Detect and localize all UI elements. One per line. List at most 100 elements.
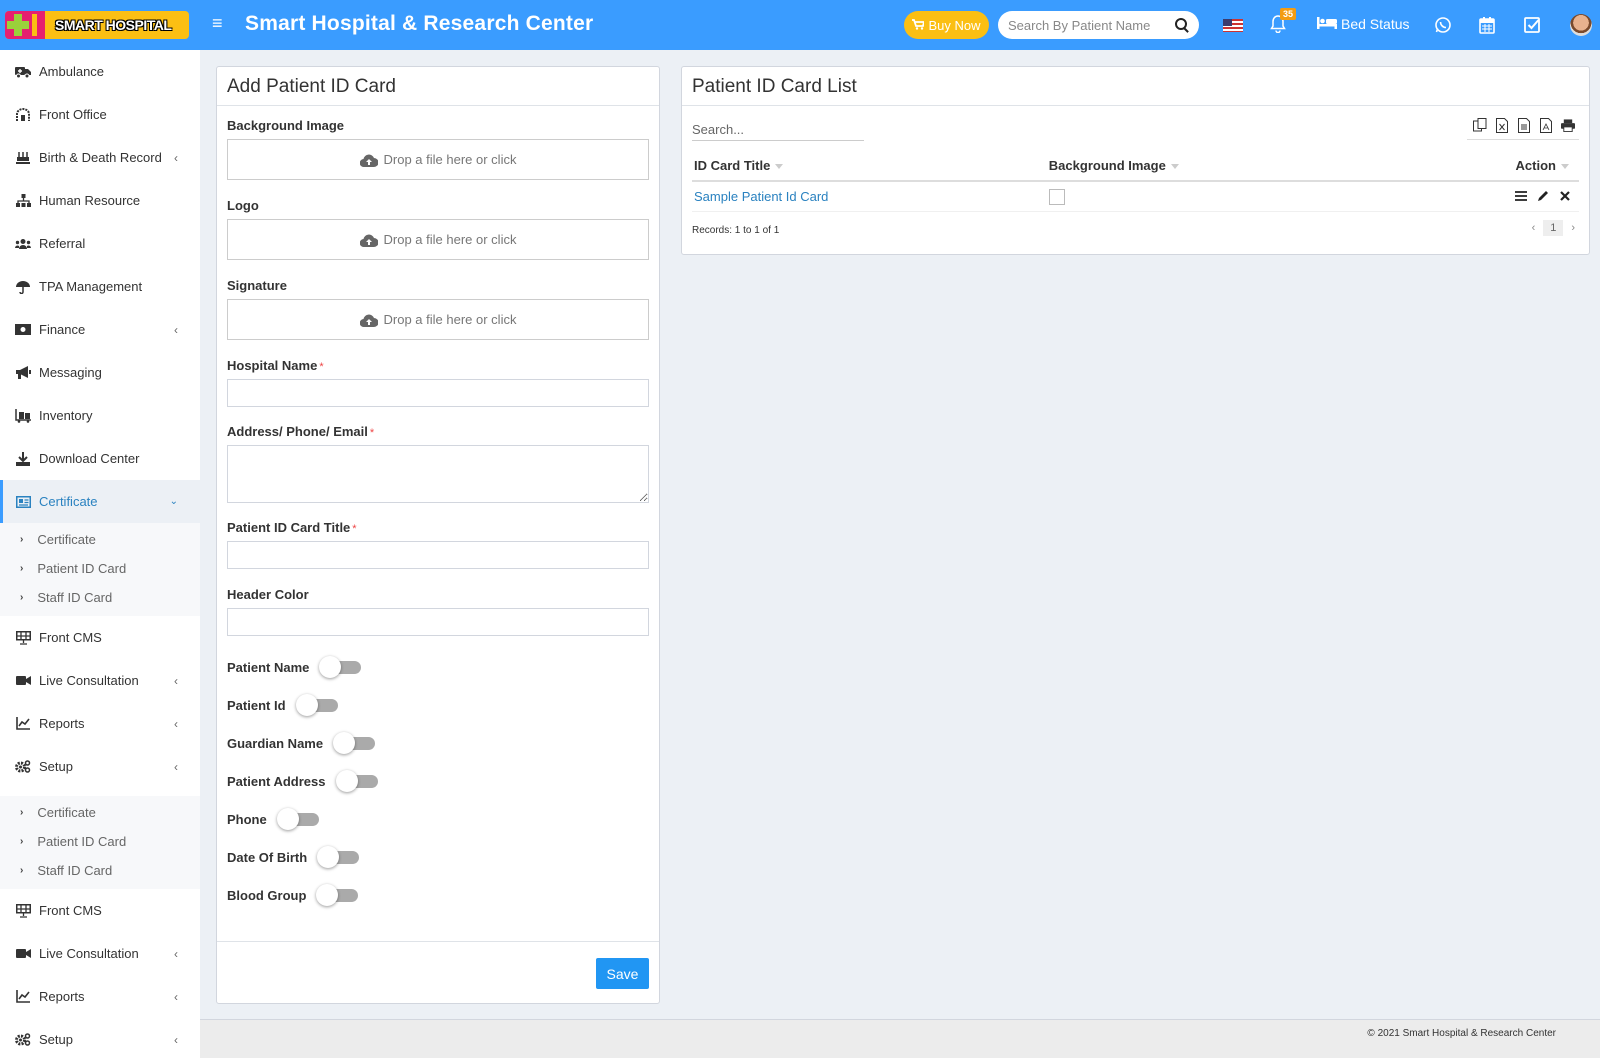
bed-status-label: Bed Status — [1341, 16, 1410, 32]
card-title-group: Patient ID Card Title * — [227, 520, 649, 569]
sidebar-item-messaging[interactable]: Messaging — [0, 351, 200, 394]
header-color-input[interactable] — [227, 608, 649, 636]
sidebar-item-live-consultation[interactable]: Live Consultation ‹ — [0, 932, 200, 975]
logo-dropzone[interactable]: Drop a file here or click — [227, 219, 649, 260]
sidebar-item-birth-death-record[interactable]: Birth & Death Record ‹ — [0, 136, 200, 179]
chevron-left-icon: ‹ — [174, 673, 178, 688]
phone-toggle[interactable] — [276, 808, 321, 830]
sidebar-item-label: Download Center — [39, 451, 140, 466]
chevron-right-icon: › — [20, 836, 24, 847]
next-page-icon[interactable]: › — [1571, 222, 1575, 234]
chart-line-icon — [15, 990, 31, 1004]
task-check-icon[interactable] — [1524, 16, 1542, 34]
sidebar-item-label: Reports — [39, 989, 85, 1004]
patient-name-toggle[interactable] — [319, 656, 363, 678]
copy-icon[interactable] — [1473, 117, 1487, 133]
sidebar-item-front-cms[interactable]: Front CMS — [0, 616, 200, 659]
sidebar-item-live-consultation[interactable]: Live Consultation ‹ — [0, 659, 200, 702]
excel-icon[interactable] — [1495, 117, 1509, 133]
view-list-icon[interactable] — [1515, 190, 1527, 202]
sidebar-toggle-icon[interactable]: ≡ — [212, 13, 223, 34]
submenu-item-patient-id-card[interactable]: › Patient ID Card — [0, 554, 200, 583]
page-footer: © 2021 Smart Hospital & Research Center — [200, 1019, 1600, 1058]
logo[interactable]: SMART HOSPITAL — [5, 11, 189, 39]
column-header-action[interactable]: Action — [1403, 151, 1579, 182]
submenu-item-patient-id-card[interactable]: › Patient ID Card — [0, 827, 200, 856]
sidebar-item-setup[interactable]: Setup ‹ — [0, 745, 200, 788]
sidebar-item-download-center[interactable]: Download Center — [0, 437, 200, 480]
hospital-name-input[interactable] — [227, 379, 649, 407]
background-image-checkbox[interactable] — [1048, 188, 1065, 205]
dropzone-text: Drop a file here or click — [383, 232, 517, 247]
buy-now-label: Buy Now — [928, 17, 981, 33]
calendar-icon[interactable] — [1479, 16, 1497, 34]
sidebar-item-label: Birth & Death Record — [39, 150, 162, 165]
sidebar-item-label: Setup — [39, 1032, 73, 1047]
sidebar-item-certificate[interactable]: Certificate ⌄ — [0, 480, 200, 523]
column-header-background-image[interactable]: Background Image — [1046, 151, 1404, 182]
dropzone-text: Drop a file here or click — [383, 312, 517, 327]
patient-address-toggle[interactable] — [335, 770, 380, 792]
solar-panel-icon — [15, 903, 31, 918]
sidebar-item-reports[interactable]: Reports ‹ — [0, 975, 200, 1018]
patient-id-card-list-panel: Patient ID Card List ID Card Title Backg… — [681, 66, 1590, 255]
buy-now-button[interactable]: Buy Now — [904, 11, 989, 39]
csv-icon[interactable] — [1517, 117, 1531, 133]
cogs-icon — [15, 760, 31, 774]
sidebar-item-reports[interactable]: Reports ‹ — [0, 702, 200, 745]
birth-death-icon — [15, 151, 31, 165]
sidebar-item-inventory[interactable]: Inventory — [0, 394, 200, 437]
signature-dropzone[interactable]: Drop a file here or click — [227, 299, 649, 340]
table-row: Sample Patient Id Card — [692, 181, 1579, 212]
top-navbar: SMART HOSPITAL ≡ Smart Hospital & Resear… — [0, 0, 1600, 50]
sidebar-item-front-cms[interactable]: Front CMS — [0, 889, 200, 932]
user-avatar[interactable] — [1570, 14, 1592, 36]
previous-page-icon[interactable]: ‹ — [1532, 222, 1536, 234]
sidebar-item-referral[interactable]: Referral — [0, 222, 200, 265]
submenu-item-staff-id-card[interactable]: › Staff ID Card — [0, 583, 200, 612]
toggle-row-patient-name: Patient Name — [227, 648, 649, 686]
delete-close-icon[interactable] — [1559, 190, 1571, 202]
search-icon[interactable] — [1175, 18, 1189, 32]
column-header-title[interactable]: ID Card Title — [692, 151, 1047, 182]
blood-group-toggle[interactable] — [316, 884, 360, 906]
sidebar-item-front-office[interactable]: Front Office — [0, 93, 200, 136]
signature-label: Signature — [227, 278, 287, 293]
sidebar-item-label: Ambulance — [39, 64, 105, 79]
submenu-item-staff-id-card[interactable]: › Staff ID Card — [0, 856, 200, 885]
logo-mark-icon — [5, 11, 45, 39]
address-textarea[interactable] — [227, 445, 649, 503]
date-of-birth-toggle[interactable] — [317, 846, 361, 868]
page-number[interactable]: 1 — [1543, 220, 1564, 236]
sidebar-item-finance[interactable]: Finance ‹ — [0, 308, 200, 351]
sidebar-item-tpa-management[interactable]: TPA Management — [0, 265, 200, 308]
bed-status-link[interactable]: Bed Status — [1317, 16, 1410, 32]
guardian-name-toggle[interactable] — [333, 732, 377, 754]
patient-search-input[interactable] — [1008, 17, 1168, 33]
ambulance-icon — [15, 65, 31, 79]
sidebar-item-human-resource[interactable]: Human Resource — [0, 179, 200, 222]
background-image-dropzone[interactable]: Drop a file here or click — [227, 139, 649, 180]
list-search-input[interactable] — [692, 119, 864, 141]
hospital-name-group: Hospital Name * — [227, 358, 649, 407]
pdf-icon[interactable] — [1539, 117, 1553, 133]
save-button[interactable]: Save — [596, 958, 649, 989]
toggle-row-patient-address: Patient Address — [227, 762, 649, 800]
sidebar-item-setup[interactable]: Setup ‹ — [0, 1018, 200, 1058]
submenu-item-certificate[interactable]: › Certificate — [0, 525, 200, 554]
card-title-input[interactable] — [227, 541, 649, 569]
chart-line-icon — [15, 717, 31, 731]
patient-id-toggle[interactable] — [295, 694, 340, 716]
whatsapp-icon[interactable] — [1434, 16, 1452, 34]
chevron-right-icon: › — [20, 865, 24, 876]
us-flag-icon[interactable] — [1223, 19, 1243, 32]
edit-pencil-icon[interactable] — [1537, 190, 1549, 202]
chevron-left-icon: ‹ — [174, 946, 178, 961]
sidebar-item-ambulance[interactable]: Ambulance — [0, 50, 200, 93]
card-title-label: Patient ID Card Title * — [227, 520, 357, 535]
luggage-cart-icon — [15, 408, 31, 423]
print-icon[interactable] — [1561, 117, 1575, 133]
submenu-item-certificate[interactable]: › Certificate — [0, 798, 200, 827]
card-title-link[interactable]: Sample Patient Id Card — [694, 189, 828, 204]
pagination: ‹ 1 › — [1532, 220, 1575, 236]
